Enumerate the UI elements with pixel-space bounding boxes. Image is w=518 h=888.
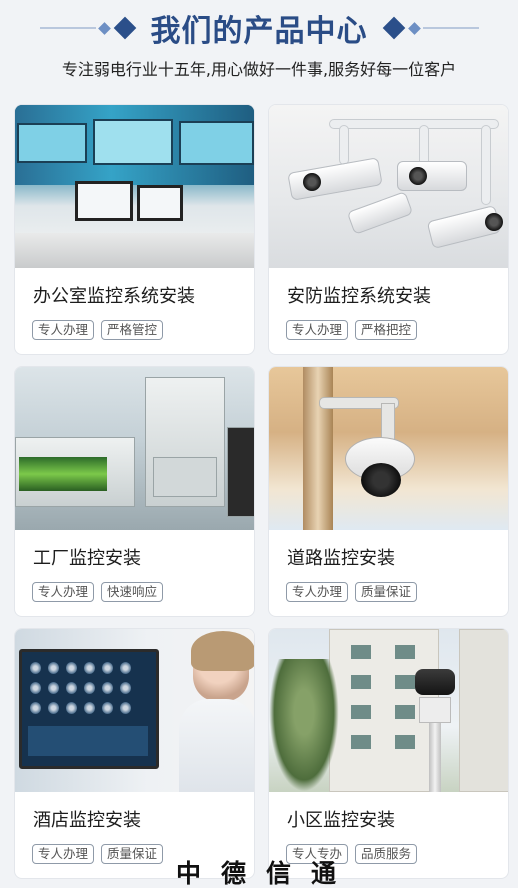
- tag: 快速响应: [101, 582, 164, 602]
- product-card-security[interactable]: 安防监控系统安装 专人办理 严格把控: [268, 104, 509, 355]
- page-title: 我们的产品中心: [150, 14, 368, 49]
- product-title: 小区监控安装: [287, 810, 395, 831]
- tag: 专人办理: [286, 320, 349, 340]
- product-grid: 办公室监控系统安装 专人办理 严格管控 安防监控系统安装 专人办理 严格把控 工…: [14, 104, 509, 879]
- tag: 严格管控: [101, 320, 164, 340]
- tag: 严格把控: [355, 320, 418, 340]
- product-card-district[interactable]: 小区监控安装 专人专办 品质服务: [268, 628, 509, 879]
- factory-line-image: [15, 367, 254, 530]
- product-card-road[interactable]: 道路监控安装 专人办理 质量保证: [268, 366, 509, 617]
- page-header: 我们的产品中心 专注弱电行业十五年,用心做好一件事,服务好每一位客户: [0, 0, 518, 92]
- brand-char: 德: [220, 859, 252, 888]
- tag: 专人办理: [32, 582, 95, 602]
- product-title: 安防监控系统安装: [287, 286, 431, 307]
- product-title: 工厂监控安装: [33, 548, 141, 569]
- tag: 质量保证: [355, 582, 418, 602]
- product-title: 道路监控安装: [287, 548, 395, 569]
- tag: 专人办理: [286, 582, 349, 602]
- product-card-office[interactable]: 办公室监控系统安装 专人办理 严格管控: [14, 104, 255, 355]
- brand-char: 信: [266, 859, 298, 888]
- tag-list: 专人办理 快速响应: [15, 572, 254, 602]
- brand-footer: 中 德 信 通: [0, 856, 518, 888]
- security-cameras-image: [269, 105, 508, 268]
- tag-list: 专人办理 严格管控: [15, 310, 254, 340]
- office-control-room-image: [15, 105, 254, 268]
- road-dome-camera-image: [269, 367, 508, 530]
- product-card-factory[interactable]: 工厂监控安装 专人办理 快速响应: [14, 366, 255, 617]
- tag-list: 专人办理 质量保证: [269, 572, 508, 602]
- product-card-hotel[interactable]: 酒店监控安装 专人办理 质量保证: [14, 628, 255, 879]
- tag: 专人办理: [32, 320, 95, 340]
- product-title: 办公室监控系统安装: [33, 286, 195, 307]
- district-camera-image: [269, 629, 508, 792]
- hotel-monitor-image: [15, 629, 254, 792]
- title-decoration-right: [382, 16, 479, 40]
- tag-list: 专人办理 严格把控: [269, 310, 508, 340]
- title-decoration-left: [39, 16, 137, 40]
- brand-char: 通: [311, 859, 343, 888]
- page-subtitle: 专注弱电行业十五年,用心做好一件事,服务好每一位客户: [61, 60, 457, 79]
- brand-char: 中: [175, 859, 207, 888]
- product-title: 酒店监控安装: [33, 810, 141, 831]
- title-row: 我们的产品中心: [0, 8, 518, 49]
